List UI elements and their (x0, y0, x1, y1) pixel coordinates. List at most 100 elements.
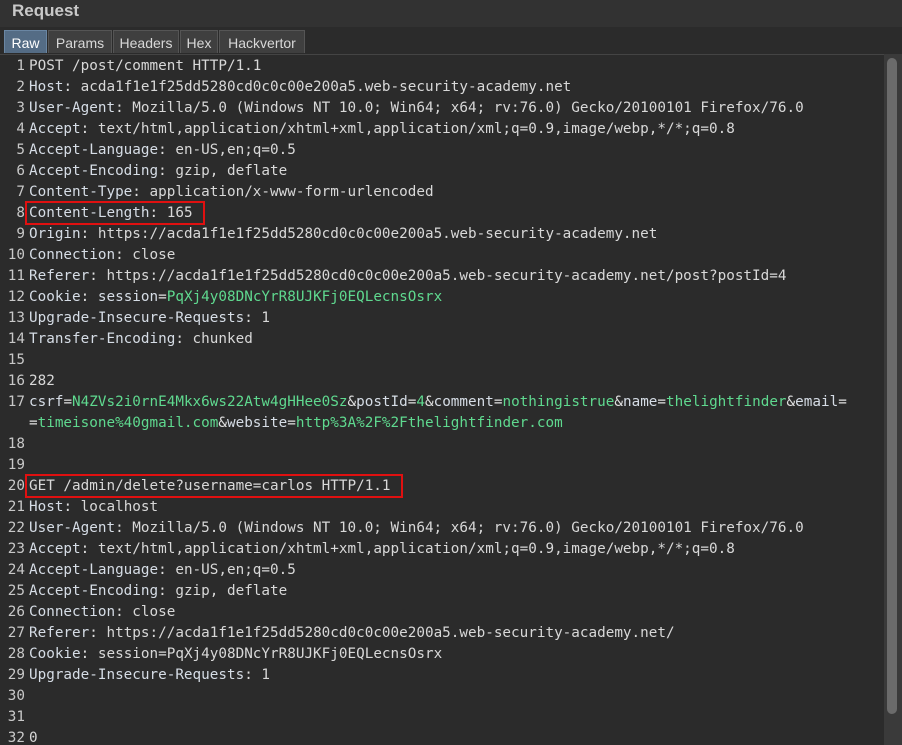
tab-bar: Raw Params Headers Hex Hackvertor (0, 30, 902, 54)
param-ampersand: & (786, 394, 796, 410)
line-number: 3 (16, 100, 25, 116)
header-value: 1 (261, 310, 271, 326)
param-value: timeisone%40gmail.com (37, 415, 219, 431)
code-line: 30 (0, 686, 884, 707)
line-number: 16 (7, 373, 25, 389)
code-line: 17 csrf=N4ZVs2i0rnE4Mkx6ws22Atw4gHHee0Sz&… (0, 392, 884, 413)
header-value: Mozilla/5.0 (Windows NT 10.0; Win64; x64… (132, 520, 804, 536)
line-number: 31 (7, 709, 25, 725)
scrollbar-thumb[interactable] (887, 58, 897, 714)
tab-params[interactable]: Params (48, 30, 112, 53)
header-name: Content-Length (29, 205, 150, 221)
header-separator: : (115, 604, 133, 620)
line-number: 20 (7, 478, 25, 494)
header-value: 1 (261, 667, 271, 683)
code-line: 25 Accept-Encoding: gzip, deflate (0, 581, 884, 602)
line-number: 12 (7, 289, 25, 305)
line-number: 30 (7, 688, 25, 704)
line-number: 25 (7, 583, 25, 599)
header-value: text/html,application/xhtml+xml,applicat… (97, 121, 735, 137)
header-separator: : (244, 667, 262, 683)
line-number: 22 (7, 520, 25, 536)
param-value: 4 (416, 394, 425, 410)
line-number: 15 (7, 352, 25, 368)
header-value: application/x-www-form-urlencoded (149, 184, 434, 200)
code-line: 28 Cookie: session=PqXj4y08DNcYrR8UJKFj0E… (0, 644, 884, 665)
line-content: Host: acda1f1e1f25dd5280cd0c0c00e200a5.w… (29, 77, 571, 98)
header-separator: : (80, 226, 98, 242)
panel-header: Request (0, 0, 902, 27)
line-content: Cookie: session=PqXj4y08DNcYrR8UJKFj0EQL… (29, 644, 442, 665)
param-name: csrf (29, 394, 64, 410)
header-value: close (132, 247, 176, 263)
header-value: chunked (192, 331, 253, 347)
param-ampersand: & (218, 415, 227, 431)
line-content: Host: localhost (29, 497, 158, 518)
header-name: Accept (29, 541, 81, 557)
header-name: Upgrade-Insecure-Requests (29, 667, 245, 683)
header-separator: : (115, 247, 133, 263)
header-value: gzip, deflate (175, 163, 288, 179)
header-value: en-US,en;q=0.5 (175, 562, 296, 578)
header-name: User-Agent (29, 520, 116, 536)
line-number: 26 (7, 604, 25, 620)
line-content: Upgrade-Insecure-Requests: 1 (29, 665, 270, 686)
param-name: comment (433, 394, 494, 410)
param-ampersand: & (424, 394, 434, 410)
line-content: Accept-Encoding: gzip, deflate (29, 161, 287, 182)
line-number: 27 (7, 625, 25, 641)
header-name: Content-Type (29, 184, 133, 200)
header-name: Accept-Encoding (29, 583, 159, 599)
header-value: session=PqXj4y08DNcYrR8UJKFj0EQLecnsOsrx (97, 646, 443, 662)
header-separator: : (158, 583, 176, 599)
code-line: 5 Accept-Language: en-US,en;q=0.5 (0, 140, 884, 161)
raw-request-editor[interactable]: 1 POST /post/comment HTTP/1.1 2 Host: acda1… (0, 54, 884, 745)
line-content: POST /post/comment HTTP/1.1 (29, 56, 261, 77)
header-value: https://acda1f1e1f25dd5280cd0c0c00e200a5… (106, 268, 787, 284)
line-content: Referer: https://acda1f1e1f25dd5280cd0c0… (29, 623, 675, 644)
tab-hackvertor[interactable]: Hackvertor (219, 30, 305, 53)
vertical-scrollbar[interactable] (884, 54, 902, 745)
header-separator: : (80, 289, 98, 305)
line-content: Accept: text/html,application/xhtml+xml,… (29, 119, 735, 140)
header-separator: : (80, 646, 98, 662)
tab-raw[interactable]: Raw (4, 30, 47, 53)
line-content: =timeisone%40gmail.com&website=http%3A%2… (29, 413, 563, 434)
param-equals: = (657, 394, 667, 410)
header-name: Upgrade-Insecure-Requests (29, 310, 245, 326)
line-number: 11 (7, 268, 25, 284)
param-value: N4ZVs2i0rnE4Mkx6ws22Atw4gHHee0Sz (72, 394, 348, 410)
panel-title: Request (12, 1, 80, 20)
header-name: Connection (29, 247, 116, 263)
cookie-value: PqXj4y08DNcYrR8UJKFj0EQLecnsOsrx (166, 289, 443, 305)
header-separator: : (158, 562, 176, 578)
param-value: thelightfinder (666, 394, 787, 410)
code-line: =timeisone%40gmail.com&website=http%3A%2… (0, 413, 884, 434)
line-content: Accept-Language: en-US,en;q=0.5 (29, 140, 296, 161)
code-line: 14 Transfer-Encoding: chunked (0, 329, 884, 350)
line-number: 2 (16, 79, 25, 95)
param-value: http%3A%2F%2Fthelightfinder.com (295, 415, 563, 431)
line-number: 7 (16, 184, 25, 200)
param-name: website (226, 415, 288, 431)
line-number: 32 (7, 730, 25, 745)
code-line: 13 Upgrade-Insecure-Requests: 1 (0, 308, 884, 329)
param-ampersand: & (614, 394, 623, 410)
header-separator: : (115, 100, 133, 116)
line-number: 29 (7, 667, 25, 683)
header-name: Accept-Language (29, 142, 159, 158)
line-content: 0 (29, 728, 38, 745)
header-value: 165 (166, 205, 193, 221)
header-value: text/html,application/xhtml+xml,applicat… (97, 541, 735, 557)
request-panel: Request Raw Params Headers Hex Hackverto… (0, 0, 902, 745)
header-name: Origin (29, 226, 81, 242)
line-content: Content-Length: 165 (29, 203, 193, 224)
header-name: User-Agent (29, 100, 116, 116)
tab-headers[interactable]: Headers (113, 30, 179, 53)
header-value: en-US,en;q=0.5 (175, 142, 296, 158)
line-content: Cookie: session=PqXj4y08DNcYrR8UJKFj0EQL… (29, 287, 442, 308)
line-number: 8 (16, 205, 25, 221)
tab-hex[interactable]: Hex (180, 30, 218, 53)
code-line: 3 User-Agent: Mozilla/5.0 (Windows NT 10.… (0, 98, 884, 119)
line-number: 9 (16, 226, 25, 242)
